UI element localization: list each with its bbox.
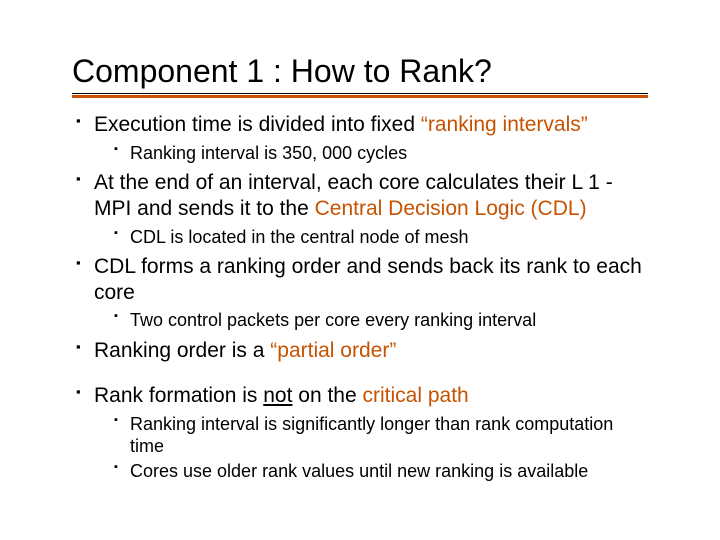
bullet-4: Ranking order is a “partial order” xyxy=(72,338,648,364)
bullet-3-sublist: Two control packets per core every ranki… xyxy=(94,309,648,332)
bullet-1-sublist: Ranking interval is 350, 000 cycles xyxy=(94,142,648,165)
bullet-5-sub-1: Ranking interval is significantly longer… xyxy=(94,413,648,458)
slide-title: Component 1 : How to Rank? xyxy=(72,54,648,89)
bullet-1-accent: “ranking intervals” xyxy=(421,113,588,136)
slide: Component 1 : How to Rank? Execution tim… xyxy=(0,0,720,540)
title-rule-thin xyxy=(72,93,648,94)
bullet-5-sublist: Ranking interval is significantly longer… xyxy=(94,413,648,483)
bullet-5-post: on the xyxy=(292,384,362,407)
bullet-1-sub-1: Ranking interval is 350, 000 cycles xyxy=(94,142,648,165)
bullet-5-accent: critical path xyxy=(363,384,469,407)
bullet-3-sub-1: Two control packets per core every ranki… xyxy=(94,309,648,332)
bullet-4-text: Ranking order is a xyxy=(94,339,270,362)
bullet-5-sub-2: Cores use older rank values until new ra… xyxy=(94,460,648,483)
bullet-3-text: CDL forms a ranking order and sends back… xyxy=(94,255,642,304)
bullet-1-text: Execution time is divided into fixed xyxy=(94,113,421,136)
title-rule-thick xyxy=(72,95,648,98)
bullet-3: CDL forms a ranking order and sends back… xyxy=(72,254,648,332)
bullet-5: Rank formation is not on the critical pa… xyxy=(72,383,648,482)
bullet-2-accent: Central Decision Logic (CDL) xyxy=(315,197,587,220)
bullet-5-underline: not xyxy=(263,384,292,407)
spacer xyxy=(72,369,648,383)
bullet-5-pre: Rank formation is xyxy=(94,384,263,407)
bullet-list: Execution time is divided into fixed “ra… xyxy=(72,112,648,482)
bullet-4-accent: “partial order” xyxy=(270,339,396,362)
bullet-1: Execution time is divided into fixed “ra… xyxy=(72,112,648,164)
bullet-2-sublist: CDL is located in the central node of me… xyxy=(94,226,648,249)
bullet-2-sub-1: CDL is located in the central node of me… xyxy=(94,226,648,249)
bullet-2: At the end of an interval, each core cal… xyxy=(72,170,648,248)
